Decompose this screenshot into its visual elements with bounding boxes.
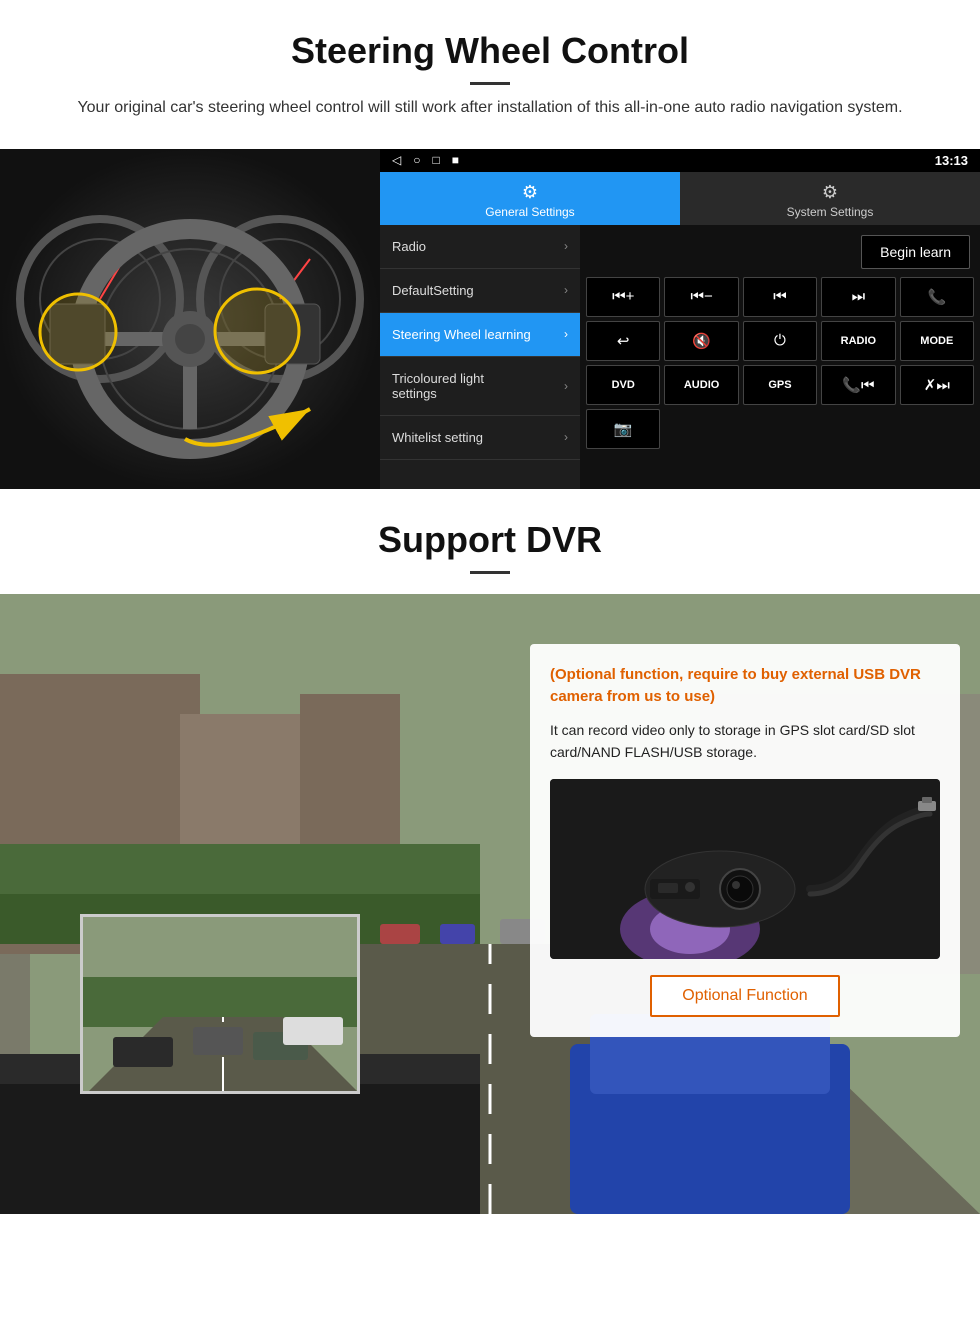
home-icon[interactable]: ○	[413, 153, 420, 167]
ctrl-camera[interactable]: 📷	[586, 409, 660, 449]
dvr-background: (Optional function, require to buy exter…	[0, 594, 980, 1214]
tab-system-settings[interactable]: ⚙ System Settings	[680, 172, 980, 225]
control-buttons-row2: ↩ 🔇 ⏻ RADIO MODE	[586, 321, 974, 361]
android-content: Radio › DefaultSetting › Steering Wheel …	[380, 225, 980, 489]
chevron-icon: ›	[564, 327, 568, 341]
chevron-icon: ›	[564, 283, 568, 297]
steering-wheel-section: Steering Wheel Control Your original car…	[0, 0, 980, 489]
android-tabs: ⚙ General Settings ⚙ System Settings	[380, 172, 980, 225]
dashboard-svg	[0, 149, 380, 489]
recents-icon[interactable]: □	[432, 153, 439, 167]
ctrl-mode[interactable]: MODE	[900, 321, 974, 361]
steering-wheel-bg	[0, 149, 380, 489]
menu-radio-label: Radio	[392, 239, 426, 254]
ctrl-audio[interactable]: AUDIO	[664, 365, 738, 405]
begin-learn-row: Begin learn	[586, 231, 974, 269]
dvr-section: Support DVR	[0, 489, 980, 1214]
dvr-info-card: (Optional function, require to buy exter…	[530, 644, 960, 1038]
subtitle-text: Your original car's steering wheel contr…	[60, 95, 920, 121]
menu-list: Radio › DefaultSetting › Steering Wheel …	[380, 225, 580, 489]
ctrl-radio[interactable]: RADIO	[821, 321, 895, 361]
menu-item-whitelist[interactable]: Whitelist setting ›	[380, 416, 580, 460]
menu-default-label: DefaultSetting	[392, 283, 474, 298]
steering-photo	[0, 149, 380, 489]
dvr-header: Support DVR	[0, 489, 980, 594]
ctrl-phone[interactable]: 📞	[900, 277, 974, 317]
title-divider	[470, 82, 510, 85]
menu-item-radio[interactable]: Radio ›	[380, 225, 580, 269]
tab-general-label: General Settings	[485, 205, 574, 219]
dvr-camera-illustration	[550, 779, 940, 959]
ctrl-prev-track[interactable]: ⏮	[743, 277, 817, 317]
ctrl-next-track[interactable]: ⏭	[821, 277, 895, 317]
ctrl-vol-plus[interactable]: ⏮+	[586, 277, 660, 317]
tab-system-label: System Settings	[787, 205, 874, 219]
dvr-title: Support DVR	[60, 519, 920, 561]
page-title: Steering Wheel Control	[60, 30, 920, 72]
control-grid: Begin learn ⏮+ ⏮− ⏮ ⏭ 📞 ↩ 🔇 ⏻	[580, 225, 980, 489]
gear-icon: ⚙	[384, 182, 676, 203]
control-buttons-row1: ⏮+ ⏮− ⏮ ⏭ 📞	[586, 277, 974, 317]
ctrl-dvd[interactable]: DVD	[586, 365, 660, 405]
chevron-icon: ›	[564, 239, 568, 253]
thumbnail-svg	[83, 917, 360, 1094]
android-ui-panel: ◁ ○ □ ■ 13:13 ⚙ General Settings ⚙ Syste…	[380, 149, 980, 489]
dvr-title-divider	[470, 571, 510, 574]
optional-function-button[interactable]: Optional Function	[650, 975, 839, 1017]
begin-learn-button[interactable]: Begin learn	[861, 235, 970, 269]
android-statusbar: ◁ ○ □ ■ 13:13	[380, 149, 980, 172]
control-buttons-row3: DVD AUDIO GPS 📞⏮ ✗⏭	[586, 365, 974, 405]
menu-item-tricoloured[interactable]: Tricoloured light settings ›	[380, 357, 580, 416]
tab-general-settings[interactable]: ⚙ General Settings	[380, 172, 680, 225]
ctrl-back[interactable]: ↩	[586, 321, 660, 361]
ctrl-power[interactable]: ⏻	[743, 321, 817, 361]
steering-header: Steering Wheel Control Your original car…	[0, 0, 980, 131]
menu-icon[interactable]: ■	[452, 153, 459, 167]
ctrl-mute[interactable]: 🔇	[664, 321, 738, 361]
chevron-icon: ›	[564, 379, 568, 393]
camera-svg	[550, 779, 940, 959]
description-text: It can record video only to storage in G…	[550, 719, 940, 764]
optional-note-text: (Optional function, require to buy exter…	[550, 664, 940, 709]
menu-steering-label: Steering Wheel learning	[392, 327, 531, 342]
dvr-thumbnail	[80, 914, 360, 1094]
system-icon: ⚙	[684, 182, 976, 203]
back-icon[interactable]: ◁	[392, 153, 401, 167]
steering-composite: ◁ ○ □ ■ 13:13 ⚙ General Settings ⚙ Syste…	[0, 149, 980, 489]
ctrl-phone-prev[interactable]: 📞⏮	[821, 365, 895, 405]
control-buttons-row4: 📷	[586, 409, 974, 449]
menu-item-default-setting[interactable]: DefaultSetting ›	[380, 269, 580, 313]
statusbar-time: 13:13	[935, 153, 968, 168]
chevron-icon: ›	[564, 430, 568, 444]
ctrl-skip-next[interactable]: ✗⏭	[900, 365, 974, 405]
menu-tricoloured-label: Tricoloured light settings	[392, 371, 522, 401]
ctrl-gps[interactable]: GPS	[743, 365, 817, 405]
statusbar-icons: ◁ ○ □ ■	[392, 153, 459, 167]
menu-item-steering-wheel[interactable]: Steering Wheel learning ›	[380, 313, 580, 357]
menu-whitelist-label: Whitelist setting	[392, 430, 483, 445]
ctrl-vol-minus[interactable]: ⏮−	[664, 277, 738, 317]
